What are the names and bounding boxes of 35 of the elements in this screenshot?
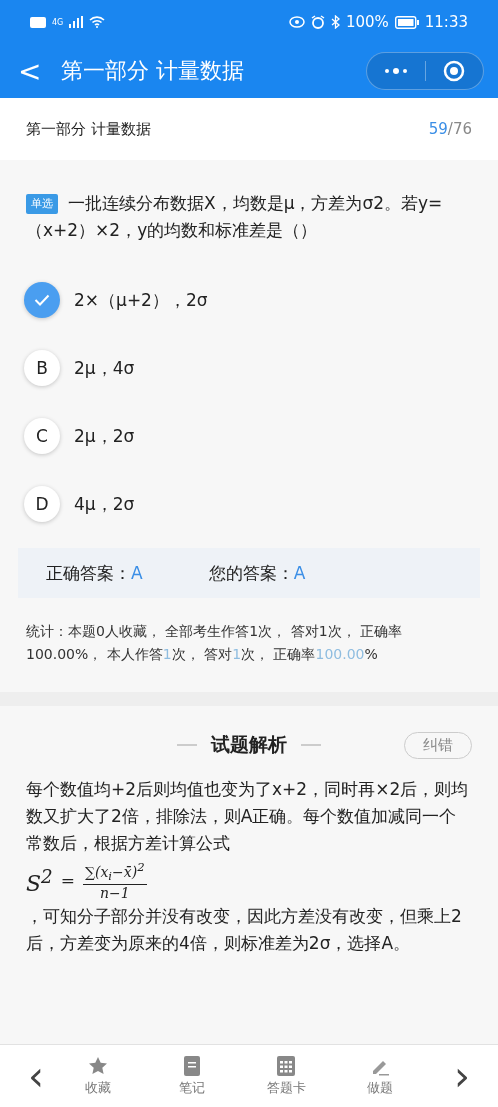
bluetooth-icon bbox=[330, 15, 340, 29]
next-button[interactable]: › bbox=[444, 1056, 480, 1096]
question-text: 单选 一批连续分布数据X，均数是μ，方差为σ2。若y=（x+2）×2，y的均数和标准差是（） bbox=[25, 192, 444, 242]
tab-bar-item[interactable]: 答题卡 bbox=[261, 1055, 311, 1097]
tab-bar-item[interactable]: 收藏 bbox=[73, 1055, 123, 1097]
more-icon bbox=[383, 68, 408, 74]
report-error-button[interactable]: 纠错 bbox=[404, 731, 472, 759]
analysis-text: 每个数值均+2后则均值也变为了x+2，同时再×2后，则均数又扩大了2倍，排除法，则A正确。每个数值加减同一个常数后，根据方差计算公式 S$^{2}$ = ∑(x$_{i}$−x̄)$^{2}$ n−1 ，可知分子部分并没有改变，因此方差没有改变，但乘上2后，方差变为原来的4倍，则标准差为2σ，选择A。 bbox=[26, 778, 470, 956]
correct-answer: 正确答案：A bbox=[46, 561, 143, 585]
answer-option[interactable]: D 4μ，2σ bbox=[24, 486, 474, 522]
back-button[interactable]: < bbox=[18, 54, 42, 88]
question-counter: 59/76 bbox=[428, 120, 472, 138]
notebook-icon bbox=[183, 1055, 201, 1076]
alarm-icon bbox=[310, 15, 325, 29]
answer-option[interactable]: C 2μ，2σ bbox=[24, 418, 474, 454]
signal-icon bbox=[69, 16, 84, 28]
battery-icon bbox=[394, 15, 419, 29]
page-title: 第一部分 计量数据 bbox=[61, 57, 246, 85]
wifi-icon bbox=[89, 16, 106, 28]
previous-button[interactable]: ‹ bbox=[18, 1056, 54, 1096]
star-icon bbox=[88, 1055, 108, 1076]
your-answer: 您的答案：A bbox=[208, 561, 306, 585]
answer-option[interactable]: 2×（μ+2），2σ bbox=[24, 282, 474, 318]
eye-icon bbox=[288, 16, 305, 28]
section-title: 第一部分 计量数据 bbox=[26, 119, 151, 139]
analysis-title: 试题解析 bbox=[177, 732, 321, 758]
statistics-text: 统计：本题0人收藏， 全部考生作答1次， 答对1次， 正确率100.00%， 本人作答1次， 答对1次， 正确率100.00% bbox=[25, 622, 404, 664]
grid-icon bbox=[277, 1055, 295, 1076]
clock-time: 11:33 bbox=[424, 13, 468, 31]
answer-option[interactable]: B 2μ，4σ bbox=[24, 350, 474, 386]
battery-percent: 100% bbox=[345, 13, 389, 31]
tab-bar-item[interactable]: 笔记 bbox=[167, 1055, 217, 1097]
network-type: 4G bbox=[52, 17, 64, 27]
tab-bar-item[interactable]: 做题 bbox=[355, 1055, 405, 1097]
close-icon bbox=[443, 60, 466, 82]
